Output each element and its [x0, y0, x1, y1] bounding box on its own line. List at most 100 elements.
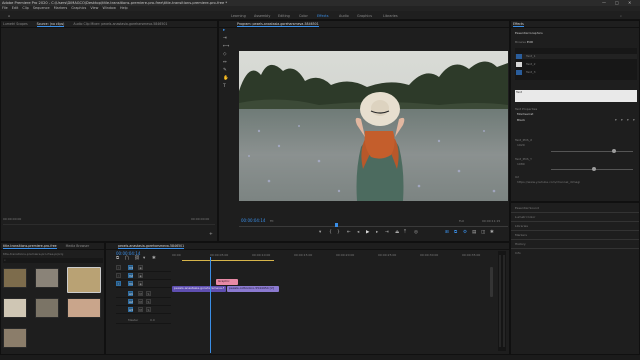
add-marker-icon[interactable]: ▾ — [143, 256, 145, 262]
snap-icon[interactable]: ⋂ — [125, 256, 129, 262]
track-target-v3[interactable]: V3 — [128, 265, 133, 270]
linked-selection-icon[interactable]: ⛓ — [134, 256, 140, 262]
menu-view[interactable]: View — [90, 6, 98, 10]
menu-help[interactable]: Help — [120, 6, 128, 10]
eye-icon[interactable]: ◉ — [138, 281, 143, 286]
go-to-in-icon[interactable]: ⇤ — [347, 230, 351, 236]
pen-tool-icon[interactable]: ✎ — [223, 68, 227, 74]
project-clip-thumb[interactable] — [3, 298, 27, 318]
workspace-tab-editing[interactable]: Editing — [278, 14, 290, 18]
work-area-bar[interactable] — [182, 260, 274, 261]
vr-video-icon[interactable]: ◫ — [481, 230, 485, 236]
menu-window[interactable]: Window — [102, 6, 115, 10]
nest-icon[interactable]: ⧉ — [116, 256, 119, 262]
section-info[interactable]: Info — [515, 251, 521, 255]
menu-file[interactable]: File — [2, 6, 8, 10]
comparison-view-icon[interactable]: ⧉ — [454, 230, 457, 236]
solo-button[interactable]: S — [146, 291, 151, 296]
font-dropdown[interactable]: Montserrat — [517, 112, 533, 116]
workspace-tab-effects[interactable]: Effects — [317, 14, 329, 18]
export-frame-icon[interactable]: ◎ — [414, 230, 418, 236]
track-lock-icon[interactable]: ◦ — [116, 273, 121, 278]
workspace-tab-libraries[interactable]: Libraries — [383, 14, 398, 18]
slip-tool-icon[interactable]: ↔ — [223, 60, 227, 66]
master-volume[interactable]: 0.0 — [150, 318, 155, 322]
url-field[interactable]: https://www.youtube.com/channel_dimagi — [517, 180, 580, 184]
section-libraries[interactable]: Libraries — [515, 224, 528, 228]
tab-effects[interactable]: Effects — [513, 22, 524, 27]
extract-icon[interactable]: ⤒ — [404, 230, 406, 236]
track-target-v2[interactable]: V2 — [128, 273, 133, 278]
project-clip-thumb[interactable] — [35, 298, 59, 318]
tab-audio-clip-mixer[interactable]: Audio Clip Mixer: pexels-anastasia-goreh… — [73, 22, 167, 26]
program-title[interactable]: Program: pexels-anastasia-goreharsmeva-5… — [237, 22, 319, 27]
hand-tool-icon[interactable]: ✋ — [223, 76, 229, 82]
menu-graphics[interactable]: Graphics — [71, 6, 86, 10]
search-icon[interactable]: ⌕ — [620, 14, 622, 18]
step-back-icon[interactable]: ◂ — [357, 230, 359, 236]
eye-icon[interactable]: ◉ — [138, 265, 143, 270]
go-to-out-icon[interactable]: ⇥ — [385, 230, 389, 236]
section-history[interactable]: History — [515, 242, 526, 246]
mute-button[interactable]: M — [138, 291, 143, 296]
settings-icon[interactable]: ⚙ — [463, 230, 467, 236]
slider-value-x[interactable]: 1920 — [517, 143, 525, 147]
workspace-tab-audio[interactable]: Audio — [339, 14, 349, 18]
playhead-marker[interactable] — [335, 223, 338, 227]
timeline-vertical-scrollbar[interactable] — [490, 267, 493, 297]
subtab-browse[interactable]: Browse — [515, 40, 526, 44]
video-clip-selected[interactable]: pexels-anastasia-goreharsmeva-5846501.mp… — [172, 286, 226, 292]
timeline-ruler[interactable]: 00:00 00:00:05:00 00:00:10:00 00:00:15:0… — [172, 250, 492, 262]
font-style-dropdown[interactable]: Black — [517, 118, 525, 122]
workspace-tab-assembly[interactable]: Assembly — [254, 14, 270, 18]
safe-margins-icon[interactable]: ⊞ — [445, 230, 449, 236]
tab-lumetri-scopes[interactable]: Lumetri Scopes — [3, 22, 28, 26]
lift-icon[interactable]: ⏏ — [395, 230, 399, 236]
layer-row[interactable]: Text_1 — [515, 54, 637, 59]
eye-icon[interactable]: ◉ — [138, 273, 143, 278]
project-clip-thumb[interactable] — [3, 328, 27, 348]
layer-row[interactable]: Text_2 — [515, 62, 637, 67]
source-patch-v1[interactable]: ◦ — [116, 281, 121, 286]
small-caps-button[interactable]: T — [633, 118, 635, 122]
timeline-settings-icon[interactable]: ✱ — [152, 256, 156, 262]
slider-value-y[interactable]: 1080 — [517, 162, 525, 166]
menu-markers[interactable]: Markers — [54, 6, 68, 10]
section-lumetri-color[interactable]: Lumetri Color — [515, 215, 535, 219]
tab-source[interactable]: Source: (no clips) — [36, 22, 65, 27]
type-tool-icon[interactable]: T — [223, 84, 226, 90]
selection-tool-icon[interactable]: ▸ — [223, 28, 225, 34]
tab-media-browser[interactable]: Media Browser — [66, 244, 90, 248]
mark-out-icon[interactable]: } — [337, 230, 340, 236]
program-video-frame[interactable] — [239, 51, 508, 201]
video-clip[interactable]: pexels-cottonbro-5544954 [V] — [227, 286, 279, 292]
menu-sequence[interactable]: Sequence — [33, 6, 50, 10]
slider-thumb-y[interactable] — [592, 167, 596, 171]
tab-project[interactable]: title-transitions-premiere-pro-free — [3, 244, 57, 249]
section-essential-sound[interactable]: Essential Sound — [515, 206, 539, 210]
track-target-a2[interactable]: A2 — [128, 299, 133, 304]
timeline-playhead[interactable] — [210, 257, 211, 353]
all-caps-button[interactable]: T — [627, 118, 629, 122]
menu-edit[interactable]: Edit — [12, 6, 19, 10]
fit-dropdown[interactable]: Fit — [270, 219, 274, 223]
project-clip-thumb[interactable] — [35, 268, 59, 288]
track-target-a1[interactable]: A1 — [128, 291, 133, 296]
add-button-icon[interactable]: + — [209, 232, 213, 238]
italic-button[interactable]: T — [621, 118, 623, 122]
add-marker-icon[interactable]: ▾ — [319, 230, 321, 236]
project-search-input[interactable]: ⌕ — [3, 258, 103, 263]
multicam-icon[interactable]: ▤ — [472, 230, 476, 236]
play-icon[interactable]: ▶ — [366, 230, 369, 236]
slider-track-x[interactable] — [551, 151, 633, 152]
mute-button[interactable]: M — [138, 299, 143, 304]
workspace-tab-graphics[interactable]: Graphics — [357, 14, 372, 18]
tab-sequence[interactable]: pexels-anastasia-goreharsmeva-5846501 — [118, 244, 185, 249]
razor-tool-icon[interactable]: ◇ — [223, 52, 226, 58]
program-scrub-bar[interactable] — [239, 226, 508, 227]
source-scrub-bar[interactable] — [3, 224, 215, 225]
mute-button[interactable]: M — [138, 307, 143, 312]
solo-button[interactable]: S — [146, 299, 151, 304]
section-markers[interactable]: Markers — [515, 233, 527, 237]
mark-in-icon[interactable]: { — [329, 230, 332, 236]
